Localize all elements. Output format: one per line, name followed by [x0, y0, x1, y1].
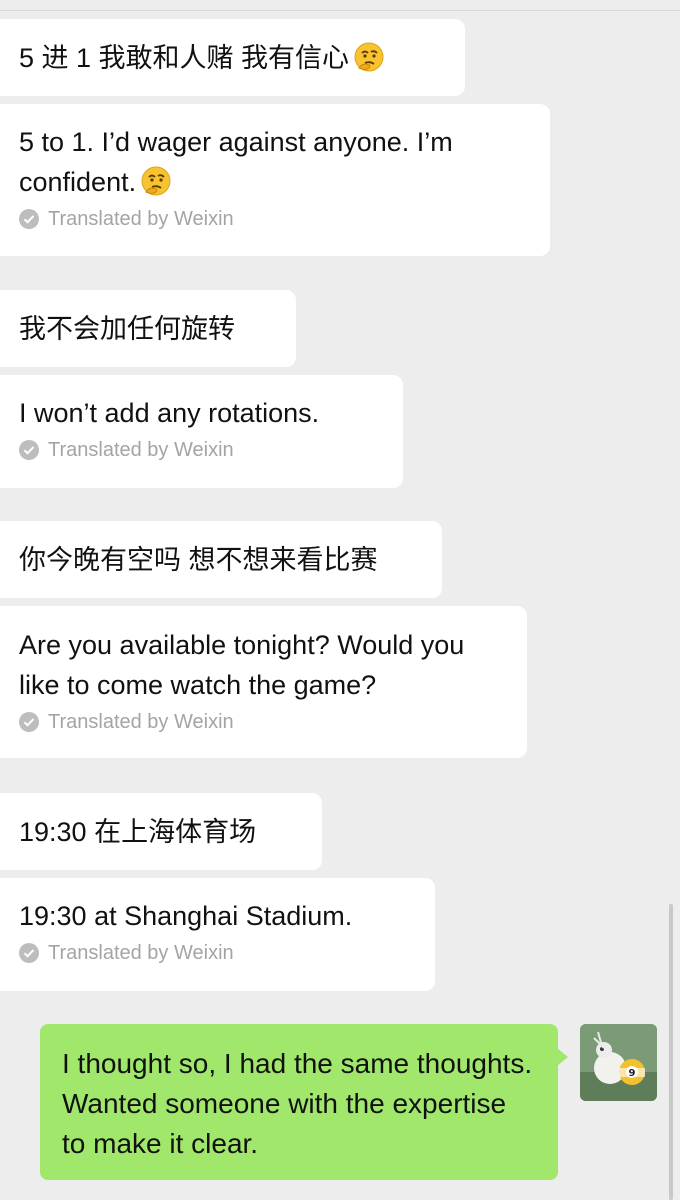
- message-text: 我不会加任何旋转: [19, 314, 235, 344]
- translation-text: 5 to 1. I’d wager against anyone. I’m co…: [19, 127, 453, 197]
- avatar[interactable]: 9: [580, 1024, 657, 1101]
- message-bubble-original[interactable]: 我不会加任何旋转: [0, 290, 296, 367]
- message-bubble-translation[interactable]: 19:30 at Shanghai Stadium. Translated by…: [0, 878, 435, 991]
- message-bubble-translation[interactable]: Are you available tonight? Would you lik…: [0, 606, 527, 758]
- billiard-ball-avatar-icon: 9: [580, 1024, 657, 1101]
- message-bubble-original[interactable]: 19:30 在上海体育场: [0, 793, 322, 870]
- translated-by-label: Translated by Weixin: [48, 942, 234, 964]
- thinking-face-icon: [354, 42, 384, 72]
- message-text: 19:30 在上海体育场: [19, 817, 257, 847]
- message-text: 你今晚有空吗 想不想来看比赛: [19, 545, 378, 575]
- translation-text: 19:30 at Shanghai Stadium.: [19, 901, 353, 931]
- message-bubble-original[interactable]: 5 进 1 我敢和人赌 我有信心: [0, 19, 465, 96]
- check-circle-icon: [19, 440, 39, 460]
- translation-text: Are you available tonight? Would you lik…: [19, 630, 465, 700]
- message-bubble-translation[interactable]: I won’t add any rotations. Translated by…: [0, 375, 403, 488]
- check-circle-icon: [19, 712, 39, 732]
- check-circle-icon: [19, 209, 39, 229]
- message-bubble-translation[interactable]: 5 to 1. I’d wager against anyone. I’m co…: [0, 104, 550, 256]
- translated-by-label: Translated by Weixin: [48, 208, 234, 230]
- translated-by-label: Translated by Weixin: [48, 711, 234, 733]
- translated-by-note: Translated by Weixin: [19, 709, 507, 735]
- message-bubble-original[interactable]: 你今晚有空吗 想不想来看比赛: [0, 521, 442, 598]
- translated-by-note: Translated by Weixin: [19, 940, 415, 966]
- thinking-face-icon: [141, 166, 171, 196]
- translated-by-note: Translated by Weixin: [19, 437, 383, 463]
- top-divider: [0, 10, 680, 11]
- my-message-text: I thought so, I had the same thoughts. W…: [62, 1048, 533, 1159]
- translation-text: I won’t add any rotations.: [19, 398, 320, 428]
- scrollbar[interactable]: [669, 904, 673, 1200]
- bubble-tail: [557, 1048, 568, 1066]
- translated-by-label: Translated by Weixin: [48, 439, 234, 461]
- message-text: 5 进 1 我敢和人赌 我有信心: [19, 43, 350, 73]
- ball-number: 9: [629, 1068, 636, 1079]
- my-message-bubble[interactable]: I thought so, I had the same thoughts. W…: [40, 1024, 568, 1180]
- check-circle-icon: [19, 943, 39, 963]
- translated-by-note: Translated by Weixin: [19, 206, 530, 232]
